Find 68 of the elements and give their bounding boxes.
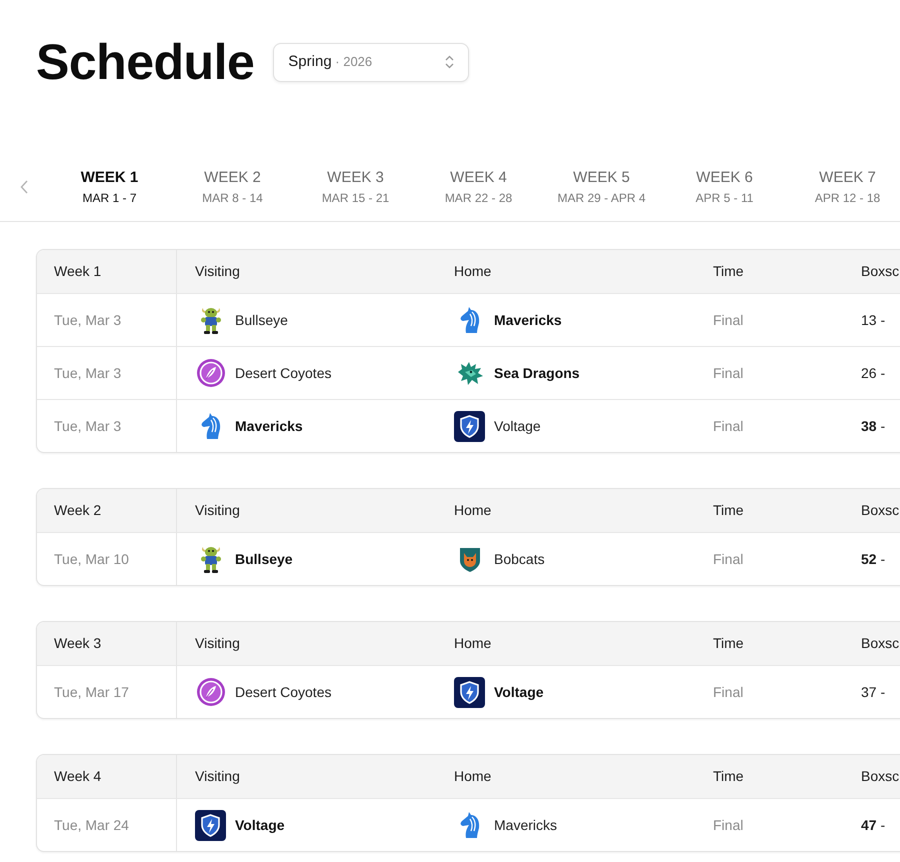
team-name: Sea Dragons: [494, 364, 580, 383]
week-tab[interactable]: WEEK 1 MAR 1 - 7: [48, 152, 171, 221]
column-header: Visiting: [195, 502, 240, 518]
team-name: Desert Coyotes: [235, 364, 332, 383]
column-header: Home: [454, 768, 492, 784]
game-date: Tue, Mar 3: [54, 416, 122, 436]
game-status: Final: [713, 364, 744, 380]
team-name: Bobcats: [494, 550, 545, 568]
game-status: Final: [713, 816, 744, 832]
boxscore: 37 -: [861, 684, 886, 700]
column-header: Boxsc: [861, 502, 900, 518]
week-tab[interactable]: WEEK 3 MAR 15 - 21: [294, 152, 417, 221]
team-name: Voltage: [494, 416, 541, 436]
team-name: Mavericks: [235, 416, 303, 436]
game-date: Tue, Mar 10: [54, 550, 129, 568]
team-name: Desert Coyotes: [235, 682, 332, 702]
feather-badge-icon: [196, 359, 224, 387]
week-tab[interactable]: WEEK 4 MAR 22 - 28: [417, 152, 540, 221]
week-heading: Week 4: [54, 767, 102, 786]
column-header: Time: [713, 502, 744, 518]
feather-badge-icon: [196, 678, 224, 706]
game-date: Tue, Mar 17: [54, 682, 129, 702]
column-header: Visiting: [195, 263, 240, 279]
team-name: Mavericks: [494, 310, 562, 330]
cat-shield-icon: [458, 546, 480, 572]
game-status: Final: [713, 550, 744, 566]
shield-bolt-icon: [195, 810, 226, 840]
boxscore: 47 -: [861, 816, 886, 832]
column-header: Time: [713, 768, 744, 784]
boxscore: 38 -: [861, 418, 886, 434]
week-tab[interactable]: WEEK 2 MAR 8 - 14: [171, 152, 294, 221]
shield-bolt-icon: [454, 676, 485, 708]
chevron-left-icon[interactable]: [20, 180, 28, 194]
game-date: Tue, Mar 24: [54, 816, 129, 834]
column-header: Home: [454, 263, 492, 279]
game-date: Tue, Mar 3: [54, 364, 122, 382]
game-status: Final: [713, 312, 744, 328]
column-header: Time: [713, 635, 744, 651]
team-name: Voltage: [494, 682, 544, 702]
game-status: Final: [713, 418, 744, 434]
week-tab[interactable]: WEEK 6 APR 5 - 11: [663, 152, 786, 221]
boxscore: 13 -: [861, 312, 886, 328]
spiky-creature-icon: [456, 360, 484, 386]
page-title: Schedule: [36, 34, 254, 90]
game-date: Tue, Mar 3: [54, 310, 122, 330]
chevron-up-down-icon: [445, 55, 454, 69]
column-header: Home: [454, 635, 492, 651]
column-header: Boxsc: [861, 263, 900, 279]
column-header: Boxsc: [861, 768, 900, 784]
week-heading: Week 3: [54, 634, 102, 653]
week-heading: Week 2: [54, 501, 102, 520]
week-heading: Week 1: [54, 262, 102, 281]
boxscore: 26 -: [861, 364, 886, 380]
column-header: Boxsc: [861, 635, 900, 651]
season-select[interactable]: Spring · 2026: [273, 42, 470, 82]
shield-bolt-icon: [454, 410, 485, 442]
team-name: Bullseye: [235, 550, 293, 569]
game-status: Final: [713, 684, 744, 700]
column-header: Time: [713, 263, 744, 279]
column-header: Visiting: [195, 768, 240, 784]
team-name: Bullseye: [235, 310, 288, 330]
column-header: Home: [454, 502, 492, 518]
boxscore: 52 -: [861, 550, 886, 566]
team-name: Voltage: [235, 816, 285, 835]
week-tab[interactable]: WEEK 5 MAR 29 - APR 4: [540, 152, 663, 221]
week-tab[interactable]: WEEK 7 APR 12 - 18: [786, 152, 900, 221]
column-header: Visiting: [195, 635, 240, 651]
team-name: Mavericks: [494, 816, 558, 834]
